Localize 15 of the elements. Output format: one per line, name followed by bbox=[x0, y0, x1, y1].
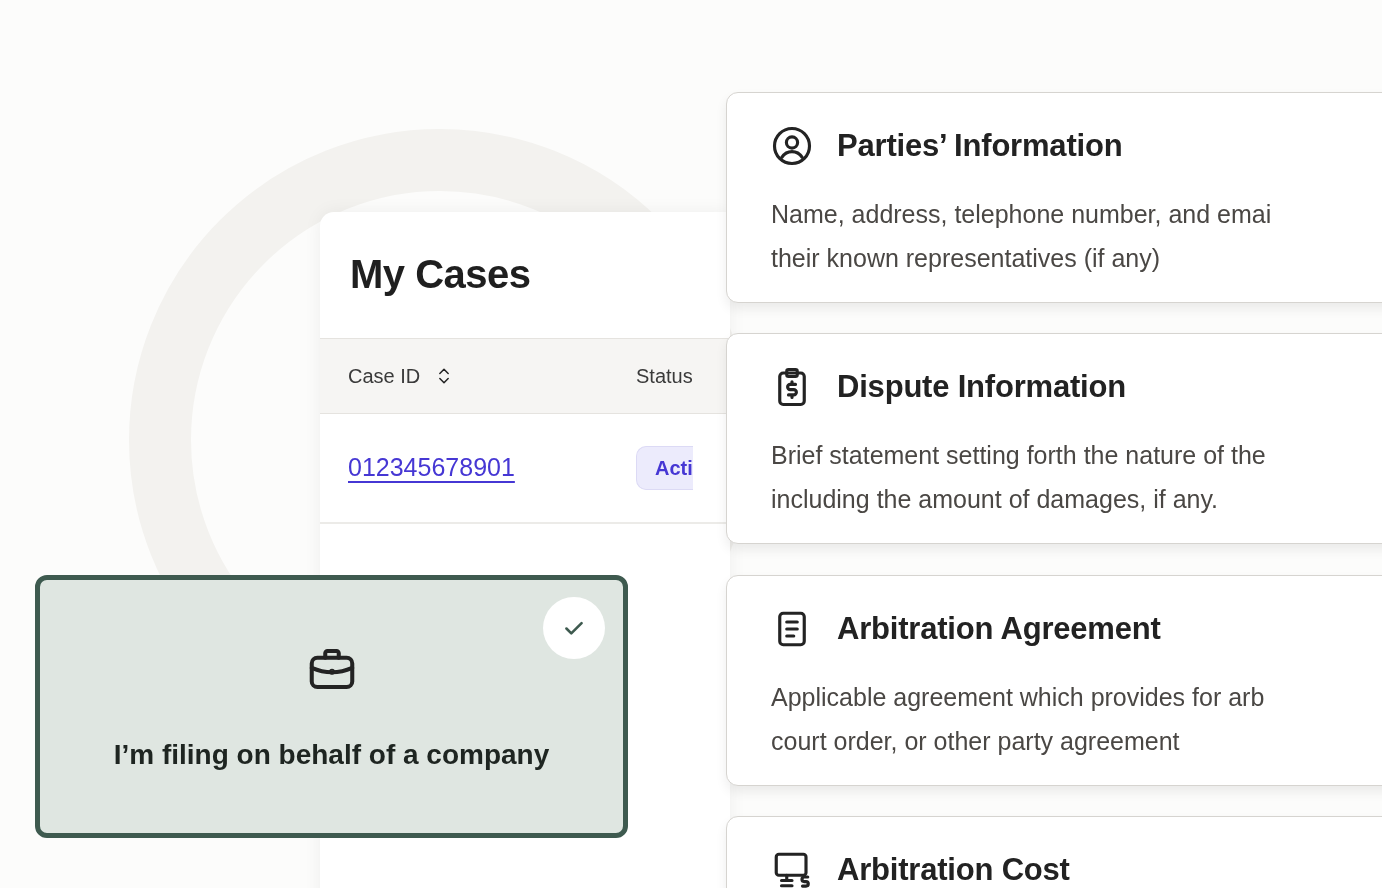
section-title: Dispute Information bbox=[837, 368, 1126, 406]
filing-option-card[interactable]: I’m filing on behalf of a company bbox=[35, 575, 628, 838]
section-description: Brief statement setting forth the nature of the including the amount of damages, if any. bbox=[771, 439, 1267, 515]
column-header: Status bbox=[636, 364, 693, 389]
section-description: Name, address, telephone number, and emai their known representatives (if any) bbox=[771, 198, 1273, 274]
section-description: Applicable agreement which provides for arb court order, or other party agreement bbox=[771, 681, 1266, 757]
status-badge: Acti bbox=[636, 446, 693, 490]
option-label: I’m filing on behalf of a company bbox=[113, 738, 550, 772]
user-circle-icon bbox=[771, 125, 813, 168]
column-header: Case ID bbox=[348, 364, 421, 389]
case-id-link[interactable]: 012345678901 bbox=[348, 449, 636, 487]
section-title: Arbitration Cost bbox=[837, 851, 1070, 888]
section-title: Parties’ Information bbox=[837, 127, 1123, 165]
section-title: Arbitration Agreement bbox=[837, 610, 1161, 648]
panel-title: My Cases bbox=[349, 251, 532, 298]
